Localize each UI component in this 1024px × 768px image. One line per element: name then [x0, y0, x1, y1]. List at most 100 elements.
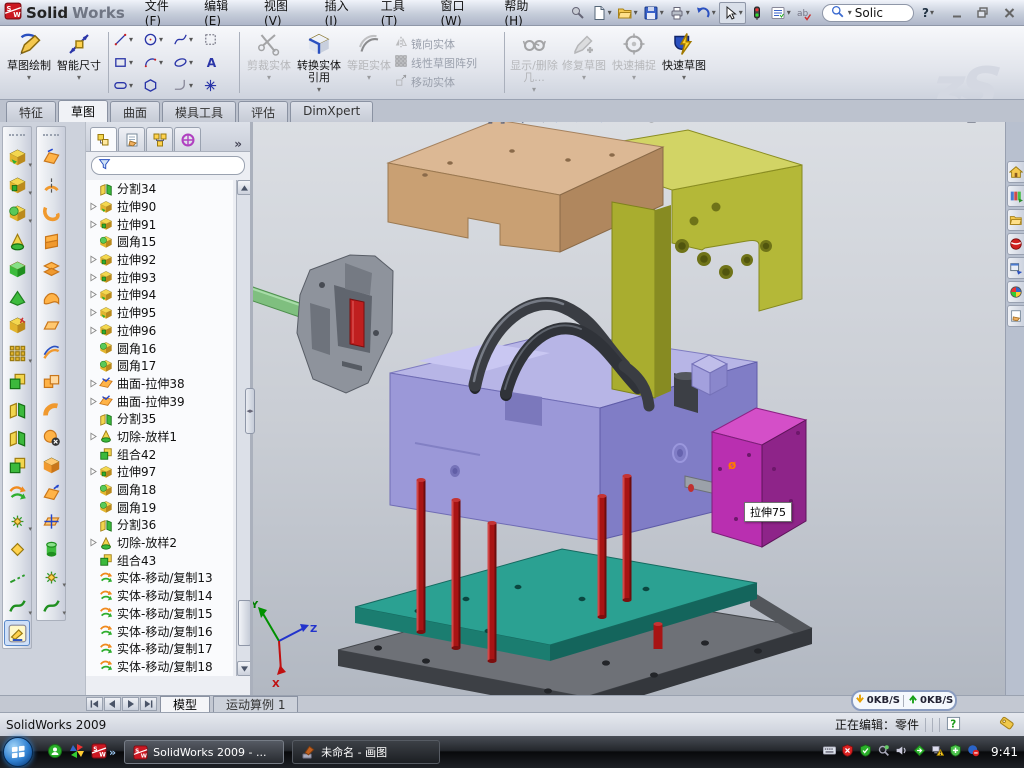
tray-updblue-icon[interactable]: [967, 744, 980, 760]
chevron-down-icon[interactable]: ▾: [608, 8, 612, 17]
instant3d-button[interactable]: [4, 620, 30, 646]
search-box[interactable]: ▾ Solic: [822, 4, 914, 22]
tray-shieldred-icon[interactable]: [841, 744, 854, 760]
cm-button-2[interactable]: 剪裁实体▾: [244, 28, 294, 97]
restore-button[interactable]: [974, 5, 992, 20]
tree-item[interactable]: 实体-移动/复制17: [86, 640, 233, 658]
movecopy-button[interactable]: [4, 480, 30, 506]
last-tab-button[interactable]: [140, 697, 157, 711]
panel-tab-pttree[interactable]: [90, 127, 117, 151]
panel-tab-ptconfig[interactable]: [146, 127, 173, 151]
taskpane-toolbox-button[interactable]: [1007, 233, 1024, 255]
tray-syncgreen-icon[interactable]: [913, 744, 926, 760]
tray-searchtool-icon[interactable]: [877, 744, 890, 760]
surfloft-button[interactable]: [38, 228, 64, 254]
sketch-line-button[interactable]: ▾: [113, 28, 143, 51]
cm-button-3[interactable]: 转换实体引用▾: [294, 28, 344, 97]
taskbar-window-solidworks[interactable]: SW SolidWorks 2009 - ...: [124, 740, 284, 764]
chevron-down-icon[interactable]: ▾: [682, 73, 686, 82]
tree-item[interactable]: 拉伸93: [86, 268, 233, 286]
tray-netwarn-icon[interactable]: [931, 744, 944, 760]
sparkle-button[interactable]: ▾: [4, 508, 30, 534]
tree-item[interactable]: 拉伸95: [86, 304, 233, 322]
tree-item[interactable]: 拉伸97: [86, 463, 233, 481]
prev-tab-button[interactable]: [104, 697, 121, 711]
chevron-down-icon[interactable]: ▾: [532, 85, 536, 94]
start-button[interactable]: [3, 737, 33, 767]
expand-arrow-icon[interactable]: [89, 290, 99, 299]
surfoffset-button[interactable]: [38, 340, 64, 366]
taskpane-props-button[interactable]: [1007, 305, 1024, 327]
sketch-arc-button[interactable]: ▾: [143, 51, 173, 74]
chevron-down-icon[interactable]: ▾: [582, 73, 586, 82]
print-icon[interactable]: ▾: [667, 3, 692, 23]
surfsweep-button[interactable]: [38, 200, 64, 226]
tab-5[interactable]: DimXpert: [290, 101, 373, 122]
model-clamp-part[interactable]: [250, 255, 393, 393]
chevron-down-icon[interactable]: ▾: [634, 8, 638, 17]
expand-arrow-icon[interactable]: [89, 255, 99, 264]
expand-arrow-icon[interactable]: [89, 220, 99, 229]
chevron-down-icon[interactable]: ▾: [27, 73, 31, 82]
chevron-down-icon[interactable]: ▾: [930, 8, 934, 17]
tree-item[interactable]: 曲面-拉伸38: [86, 375, 233, 393]
input-method-icon[interactable]: [823, 744, 836, 760]
expand-arrow-icon[interactable]: [89, 432, 99, 441]
splineg-button[interactable]: ▾: [4, 592, 30, 618]
tree-item[interactable]: 拉伸92: [86, 251, 233, 269]
minimize-button[interactable]: [948, 5, 966, 20]
tag-icon[interactable]: [999, 715, 1016, 735]
surfplanar-button[interactable]: [38, 312, 64, 338]
chevron-down-icon[interactable]: ▾: [189, 81, 193, 90]
sketch-point-button[interactable]: [203, 74, 233, 97]
fillet-button[interactable]: ▾: [4, 200, 30, 226]
cm-button-6[interactable]: 线性草图阵列: [394, 54, 500, 71]
cursor-icon[interactable]: ▾: [719, 2, 746, 24]
splineg-button[interactable]: ▾: [38, 592, 64, 618]
panel-tab-ptdimx[interactable]: [174, 127, 201, 151]
spell-icon[interactable]: ab: [794, 3, 814, 23]
surfmove-button[interactable]: [38, 508, 64, 534]
expand-arrow-icon[interactable]: [89, 397, 99, 406]
next-tab-button[interactable]: [122, 697, 139, 711]
tree-item[interactable]: 圆角18: [86, 481, 233, 499]
tree-item[interactable]: 拉伸94: [86, 286, 233, 304]
tab-4[interactable]: 评估: [238, 101, 288, 122]
surfknit-button[interactable]: [38, 368, 64, 394]
sketch-circle-button[interactable]: ▾: [143, 28, 173, 51]
tree-item[interactable]: 切除-放样1: [86, 428, 233, 446]
traffic-icon[interactable]: [747, 3, 767, 23]
tree-item[interactable]: 实体-移动/复制14: [86, 587, 233, 605]
chevron-down-icon[interactable]: ▾: [787, 8, 791, 17]
delface-button[interactable]: [38, 424, 64, 450]
cm-button-10[interactable]: 快速捕捉▾: [609, 28, 659, 97]
tab-model[interactable]: 模型: [160, 696, 210, 712]
sketch-cornerarc-button[interactable]: ▾: [173, 74, 203, 97]
quicklaunch-qlpin-icon[interactable]: [69, 743, 85, 762]
tree-item[interactable]: 切除-放样2: [86, 534, 233, 552]
extrude2-button[interactable]: ▾: [4, 172, 30, 198]
chevron-down-icon[interactable]: ▾: [77, 73, 81, 82]
chevron-down-icon[interactable]: ▾: [367, 73, 371, 82]
chevron-down-icon[interactable]: ▾: [848, 8, 852, 17]
cm-button-11[interactable]: 快速草图▾: [659, 28, 709, 97]
chevron-down-icon[interactable]: ▾: [159, 58, 163, 67]
tree-item[interactable]: 拉伸91: [86, 215, 233, 233]
panel-more-chevron[interactable]: »: [228, 137, 248, 151]
model-magenta-block[interactable]: ø: [712, 408, 806, 547]
cm-button-9[interactable]: 修复草图▾: [559, 28, 609, 97]
cutloft-button[interactable]: [4, 228, 30, 254]
tree-item[interactable]: 分割34: [86, 180, 233, 198]
chevron-down-icon[interactable]: ▾: [686, 8, 690, 17]
tray-shieldplus-icon[interactable]: [949, 744, 962, 760]
taskbar-window-paint[interactable]: 未命名 - 画图: [292, 740, 440, 764]
tree-item[interactable]: 实体-移动/复制13: [86, 569, 233, 587]
chevron-down-icon[interactable]: ▾: [159, 35, 163, 44]
save-icon[interactable]: ▾: [641, 3, 666, 23]
tab-0[interactable]: 特征: [6, 101, 56, 122]
panel-tab-ptprop[interactable]: [118, 127, 145, 151]
split-button[interactable]: [4, 396, 30, 422]
surfextend-button[interactable]: [38, 480, 64, 506]
cubeg-button[interactable]: [4, 256, 30, 282]
extrude-button[interactable]: ▾: [4, 144, 30, 170]
